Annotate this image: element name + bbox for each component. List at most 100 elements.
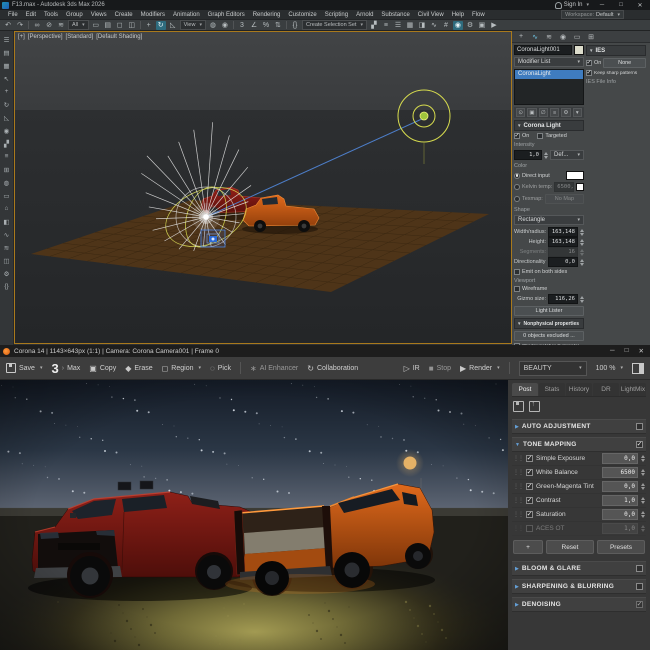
move-tool-icon[interactable]: +	[2, 87, 12, 96]
schematic-view-icon[interactable]: #	[441, 21, 451, 30]
corona-close-button[interactable]: ✕	[639, 347, 644, 355]
pin-stack-icon[interactable]: ⊙	[516, 108, 525, 117]
tab-post[interactable]: Post	[512, 383, 538, 396]
utilities-icon[interactable]: ⚙	[2, 269, 12, 278]
tone-value-field[interactable]: 0,0	[602, 509, 638, 520]
select-move-icon[interactable]: +	[144, 21, 154, 30]
menu-customize[interactable]: Customize	[284, 12, 320, 18]
menu-rendering[interactable]: Rendering	[249, 12, 285, 18]
object-name-field[interactable]: CoronaLight001	[514, 45, 572, 55]
selection-set-dropdown[interactable]: Create Selection Set▾	[302, 20, 367, 30]
select-rotate-icon[interactable]: ↻	[156, 21, 166, 30]
tone-checkbox[interactable]	[526, 525, 533, 532]
tab-utilities[interactable]: ⊞	[586, 33, 596, 41]
render-setup-icon[interactable]: ⚙	[465, 21, 475, 30]
exclude-list-button[interactable]: 0 objects excluded ...	[514, 331, 584, 341]
tone-checkbox[interactable]	[526, 497, 533, 504]
ribbon-toggle-icon[interactable]: ▦	[2, 61, 12, 70]
rollout-corona-light[interactable]: ▼ Corona Light	[514, 120, 584, 131]
curve-editor-icon[interactable]: ∿	[429, 21, 439, 30]
tone-spinner[interactable]	[641, 469, 645, 476]
section-sharpening-blurring[interactable]: ▶ SHARPENING & BLURRING	[512, 579, 646, 594]
percent-snap-icon[interactable]: %	[261, 21, 271, 30]
tone-spinner[interactable]	[641, 511, 645, 518]
render-production-icon[interactable]: ▶	[489, 21, 499, 30]
interactive-render-button[interactable]: ▷IR	[404, 364, 420, 373]
drag-handle-icon[interactable]: ⋮⋮	[513, 497, 523, 504]
reference-coordinate-dropdown[interactable]: View▾	[180, 20, 206, 30]
ies-on-checkbox[interactable]	[586, 60, 592, 66]
ies-keep-sharp-checkbox[interactable]	[586, 70, 592, 76]
tab-motion[interactable]: ◉	[558, 33, 568, 41]
channel-dropdown[interactable]: BEAUTY▾	[519, 361, 587, 376]
menu-civil-view[interactable]: Civil View	[414, 12, 448, 18]
tab-history[interactable]: History	[566, 383, 592, 396]
viewport-label-part-0[interactable]: [+]	[18, 34, 25, 40]
select-tool-icon[interactable]: ↖	[2, 74, 12, 83]
menu-help[interactable]: Help	[448, 12, 468, 18]
tab-hierarchy[interactable]: ≋	[544, 33, 554, 41]
light-targeted-checkbox[interactable]	[537, 133, 543, 139]
mirror-icon[interactable]: ▞	[369, 21, 379, 30]
tab-modify[interactable]: ∿	[530, 33, 540, 41]
scene-explorer-icon[interactable]: ☰	[2, 35, 12, 44]
load-config-icon[interactable]	[529, 401, 540, 412]
rollout-ies[interactable]: ▼ IES	[586, 45, 646, 56]
max-minimize-button[interactable]: ─	[596, 2, 608, 8]
kelvin-value-field[interactable]: 6500,0	[554, 182, 574, 192]
tone-spinner[interactable]	[641, 483, 645, 490]
menu-animation[interactable]: Animation	[169, 12, 204, 18]
viewport[interactable]: [+][Perspective][Standard][Default Shadi…	[14, 31, 512, 344]
light-lister-button[interactable]: Light Lister	[514, 306, 584, 316]
viewport-label-part-2[interactable]: [Standard]	[66, 34, 94, 40]
save-config-icon[interactable]	[513, 401, 524, 412]
spinner-snap-icon[interactable]: ⇅	[273, 21, 283, 30]
param-spinner[interactable]	[580, 259, 584, 266]
corona-minimize-button[interactable]: ─	[610, 347, 615, 355]
material-editor-icon[interactable]: ◉	[453, 21, 463, 30]
lights-icon[interactable]: ◍	[2, 178, 12, 187]
ies-file-button[interactable]: None	[603, 58, 646, 68]
tone-value-field[interactable]: 6500	[602, 467, 638, 478]
select-scale-icon[interactable]: ◺	[168, 21, 178, 30]
rotate-tool-icon[interactable]: ↻	[2, 100, 12, 109]
reset-button[interactable]: Reset	[546, 540, 594, 554]
ai-enhancer-button[interactable]: ∗AI Enhancer	[250, 364, 298, 373]
bind-spacewarp-icon[interactable]: ≋	[56, 21, 66, 30]
geometry-icon[interactable]: ◧	[2, 217, 12, 226]
workspace-dropdown[interactable]: Workspace: Default ▾	[561, 10, 624, 19]
drag-handle-icon[interactable]: ⋮⋮	[513, 525, 523, 532]
direct-input-radio[interactable]	[514, 173, 520, 179]
intensity-value-field[interactable]: 1,0	[514, 150, 542, 160]
bloom-glare-checkbox[interactable]	[636, 565, 643, 572]
redo-icon[interactable]: ↷	[15, 21, 25, 30]
param-spinner[interactable]	[580, 249, 584, 256]
array-icon[interactable]: ⊞	[2, 165, 12, 174]
tone-checkbox[interactable]	[526, 511, 533, 518]
panel-toggle-icon[interactable]	[632, 363, 644, 374]
section-tone-mapping[interactable]: ▼ TONE MAPPING	[512, 437, 646, 452]
ir-quality-control[interactable]: 3›Max	[51, 361, 80, 376]
erase-button[interactable]: ◆Erase	[125, 364, 152, 373]
drag-handle-icon[interactable]: ⋮⋮	[513, 455, 523, 462]
menu-edit[interactable]: Edit	[22, 12, 40, 18]
tone-value-field[interactable]: 0,0	[602, 481, 638, 492]
max-maximize-button[interactable]: □	[615, 2, 627, 8]
drag-handle-icon[interactable]: ⋮⋮	[513, 511, 523, 518]
tone-checkbox[interactable]	[526, 483, 533, 490]
copy-button[interactable]: ▣Copy	[89, 364, 116, 373]
section-bloom-glare[interactable]: ▶ BLOOM & GLARE	[512, 561, 646, 576]
maxscript-icon[interactable]: {}	[2, 282, 12, 291]
texmap-button[interactable]: No Map	[545, 194, 584, 204]
tone-checkbox[interactable]	[526, 469, 533, 476]
intensity-unit-dropdown[interactable]: Def...▾	[550, 150, 584, 160]
menu-graph-editors[interactable]: Graph Editors	[204, 12, 249, 18]
tab-stats[interactable]: Stats	[539, 383, 565, 396]
tab-display[interactable]: ▭	[572, 33, 582, 41]
viewport-label-part-1[interactable]: [Perspective]	[28, 34, 63, 40]
sharpening-checkbox[interactable]	[636, 583, 643, 590]
kelvin-radio[interactable]	[514, 184, 520, 190]
zoom-dropdown[interactable]: 100 %▾	[596, 365, 623, 372]
shapes-icon[interactable]: ∿	[2, 230, 12, 239]
tone-value-field[interactable]: 1,0	[602, 523, 638, 534]
